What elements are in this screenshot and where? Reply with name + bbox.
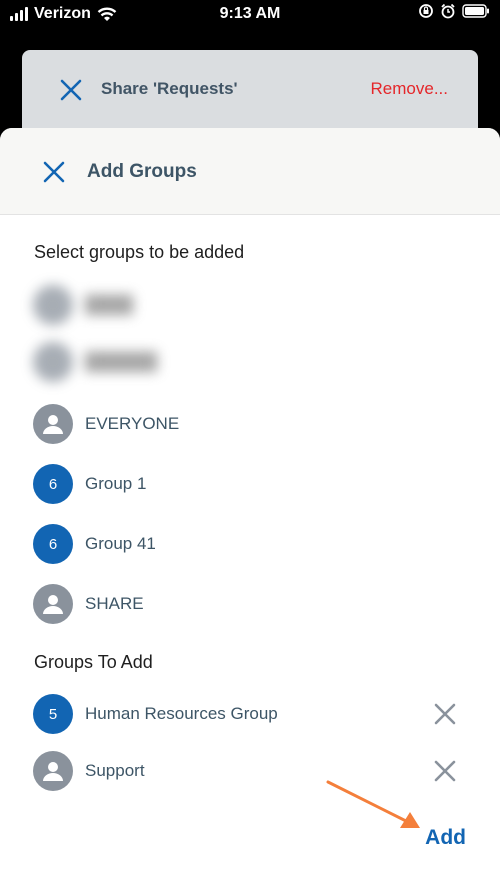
obscured-group-row[interactable]: ████ — [33, 285, 467, 325]
group-label: EVERYONE — [85, 414, 180, 433]
share-title: Share 'Requests' — [101, 79, 238, 98]
group-label: Human Resources Group — [85, 704, 278, 723]
group-row-group-41[interactable]: 6 Group 41 — [33, 524, 467, 564]
battery-icon — [462, 4, 489, 18]
person-icon — [43, 415, 63, 434]
avatar — [33, 751, 73, 791]
group-row-group-1[interactable]: 6 Group 1 — [33, 464, 467, 504]
obscured-label: ██████ — [85, 352, 158, 371]
avatar — [33, 342, 73, 382]
group-label: Group 41 — [85, 534, 156, 553]
close-icon[interactable] — [60, 79, 82, 101]
remove-group-icon[interactable] — [433, 759, 457, 783]
add-button[interactable]: Add — [425, 826, 466, 850]
avatar — [33, 404, 73, 444]
selected-group-row-human-resources: 5 Human Resources Group — [33, 694, 467, 734]
obscured-group-row[interactable]: ██████ — [33, 342, 467, 382]
sheet-title: Add Groups — [87, 161, 197, 182]
group-row-everyone[interactable]: EVERYONE — [33, 404, 467, 444]
remove-button[interactable]: Remove... — [371, 79, 448, 99]
member-count-badge: 6 — [33, 464, 73, 504]
status-right — [418, 3, 490, 19]
group-label: Support — [85, 761, 145, 780]
group-row-share[interactable]: SHARE — [33, 584, 467, 624]
close-icon[interactable] — [42, 160, 66, 184]
group-label: SHARE — [85, 594, 144, 613]
lock-rotation-icon — [419, 4, 433, 18]
avatar — [33, 584, 73, 624]
groups-to-add-heading: Groups To Add — [34, 652, 153, 672]
sheet-header: Add Groups — [0, 128, 500, 215]
member-count-badge: 5 — [33, 694, 73, 734]
person-icon — [43, 595, 63, 614]
member-count-badge: 6 — [33, 524, 73, 564]
annotation-arrow-icon — [326, 780, 420, 828]
alarm-icon — [441, 3, 455, 19]
group-label: Group 1 — [85, 474, 147, 493]
person-icon — [43, 762, 63, 781]
select-groups-heading: Select groups to be added — [34, 242, 245, 262]
remove-group-icon[interactable] — [433, 702, 457, 726]
status-bar: Verizon 9:13 AM — [0, 0, 500, 30]
obscured-label: ████ — [85, 295, 134, 314]
avatar — [33, 285, 73, 325]
